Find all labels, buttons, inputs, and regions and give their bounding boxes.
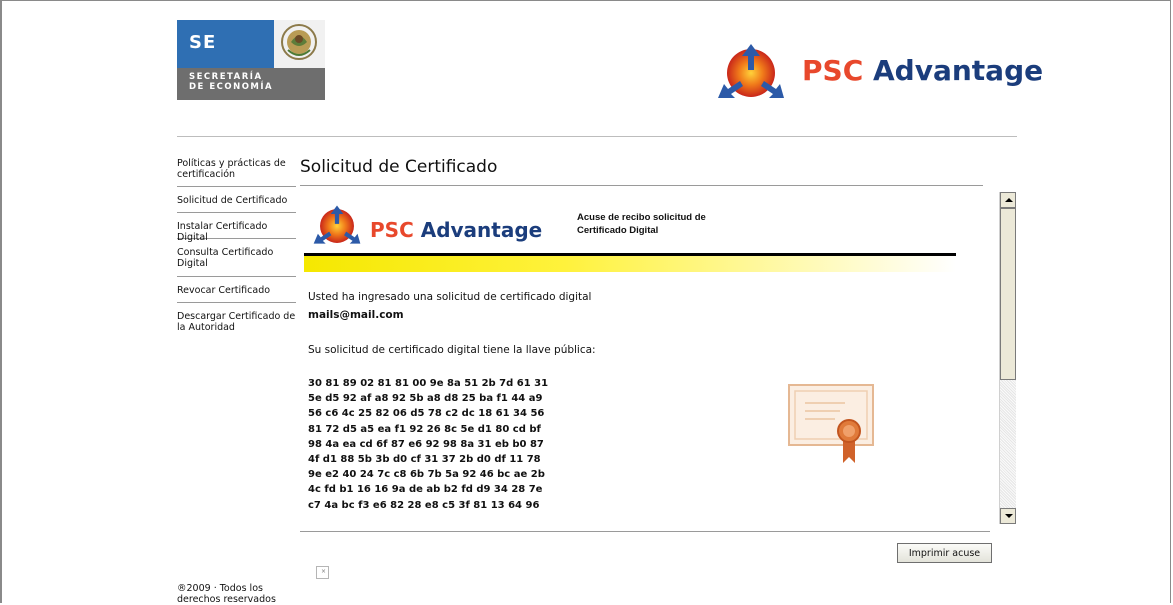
psc-triangle-logo-icon: [313, 205, 361, 244]
receipt-logo-word2: Advantage: [420, 218, 543, 242]
sidebar-nav: Políticas y prácticas de certificación S…: [177, 155, 296, 341]
sidebar-item-instalar[interactable]: Instalar Certificado Digital: [177, 213, 296, 243]
panel-bottom-divider: [300, 531, 990, 532]
receipt-title-line2: Certificado Digital: [577, 225, 659, 236]
scroll-down-button[interactable]: [1000, 508, 1016, 524]
receipt-intro: Usted ha ingresado una solicitud de cert…: [308, 291, 592, 303]
receipt-key-label: Su solicitud de certificado digital tien…: [308, 344, 596, 356]
psc-triangle-logo-icon: [718, 44, 784, 98]
sidebar-item-descargar[interactable]: Descargar Certificado de la Autoridad: [177, 303, 296, 341]
sidebar-item-consulta[interactable]: Consulta Certificado Digital: [177, 239, 296, 277]
receipt-email: mails@mail.com: [308, 309, 404, 321]
public-key-line: 4f d1 88 5b 3b d0 cf 31 37 2b d0 df 11 7…: [308, 454, 541, 466]
se-logo-subtitle: SECRETARÍA DE ECONOMÍA: [189, 72, 309, 92]
header-divider: [177, 136, 1017, 137]
se-logo: SE SECRETARÍA DE ECONOMÍA: [177, 20, 325, 100]
psc-advantage-logo-text: PSC Advantage: [802, 54, 1043, 87]
print-receipt-button[interactable]: Imprimir acuse: [897, 543, 992, 563]
se-logo-abbrev: SE: [189, 32, 217, 53]
public-key-line: 56 c6 4c 25 82 06 d5 78 c2 dc 18 61 34 5…: [308, 408, 545, 420]
receipt-title-line1: Acuse de recibo solicitud de: [577, 212, 706, 223]
receipt-psc-logo-text: PSC Advantage: [370, 218, 542, 242]
receipt-frame[interactable]: PSC Advantage Acuse de recibo solicitud …: [300, 191, 1017, 525]
se-logo-subtitle-line2: DE ECONOMÍA: [189, 82, 274, 92]
title-divider: [300, 185, 983, 186]
public-key-line: 30 81 89 02 81 81 00 9e 8a 51 2b 7d 61 3…: [308, 378, 549, 389]
arrow-up-icon: [1005, 198, 1013, 202]
public-key-block: 30 81 89 02 81 81 00 9e 8a 51 2b 7d 61 3…: [308, 376, 548, 513]
receipt-psc-logo: PSC Advantage: [308, 201, 568, 251]
psc-advantage-logo: PSC Advantage: [710, 40, 1043, 100]
public-key-line: 9e e2 40 24 7c c8 6b 7b 5a 92 46 bc ae 2…: [308, 469, 545, 481]
sidebar-item-revocar[interactable]: Revocar Certificado: [177, 277, 296, 303]
public-key-line: 5e d5 92 af a8 92 5b a8 d8 25 ba f1 44 a…: [308, 393, 543, 405]
public-key-line: 81 72 d5 a5 ea f1 92 26 8c 5e d1 80 cd b…: [308, 423, 541, 435]
psc-logo-word2: Advantage: [873, 54, 1044, 87]
public-key-line: 4c fd b1 16 16 9a de ab b2 fd d9 34 28 7…: [308, 484, 543, 496]
page-title: Solicitud de Certificado: [300, 157, 498, 177]
sidebar-item-solicitud[interactable]: Solicitud de Certificado: [177, 187, 296, 213]
arrow-down-icon: [1005, 514, 1013, 518]
public-key-line: c7 4a bc f3 e6 82 28 e8 c5 3f 81 13 64 9…: [308, 499, 540, 511]
scrollbar-thumb[interactable]: [1000, 208, 1016, 380]
public-key-line: 98 4a ea cd 6f 87 e6 92 98 8a 31 eb b0 8…: [308, 438, 544, 450]
receipt-yellow-bar: [304, 256, 956, 272]
se-logo-subtitle-line1: SECRETARÍA: [189, 72, 263, 82]
scroll-up-button[interactable]: [1000, 192, 1016, 208]
broken-image-icon: ×: [316, 566, 329, 579]
certificate-icon: [788, 384, 874, 463]
psc-logo-word1: PSC: [802, 54, 864, 87]
receipt-logo-word1: PSC: [370, 218, 414, 242]
sidebar-item-politicas[interactable]: Políticas y prácticas de certificación: [177, 155, 296, 187]
copyright-text: ®2009 · Todos los derechos reservados: [177, 583, 276, 605]
receipt-scrollbar[interactable]: [999, 192, 1016, 524]
mexico-seal-icon: [274, 20, 325, 68]
receipt-content: PSC Advantage Acuse de recibo solicitud …: [300, 191, 995, 525]
receipt-title: Acuse de recibo solicitud de Certificado…: [577, 211, 757, 237]
